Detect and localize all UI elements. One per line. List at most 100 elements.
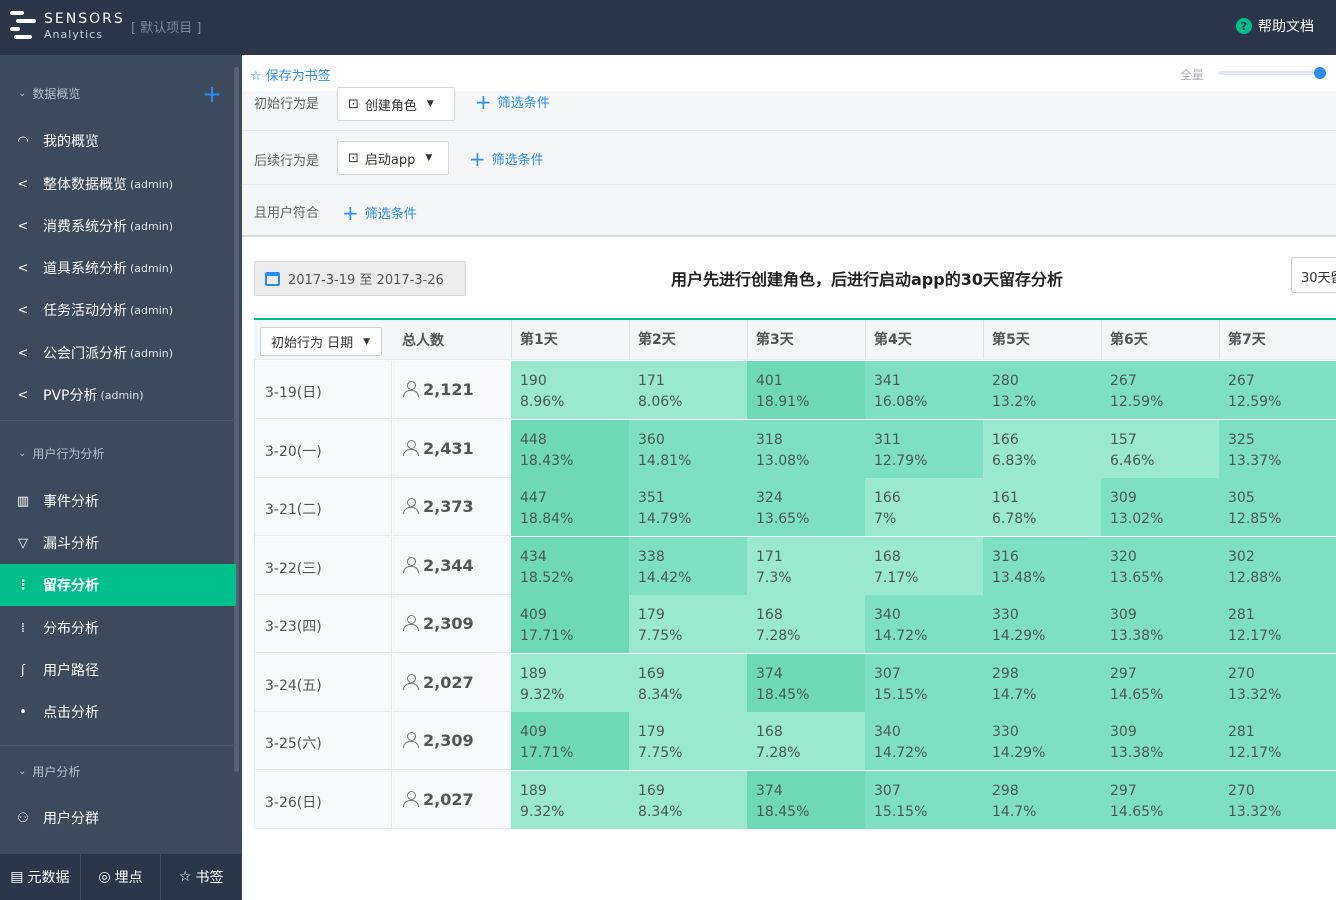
day-column-header[interactable]: 第7天 [1219,320,1336,360]
retention-cell[interactable]: 374 18.45% [747,770,865,829]
sidebar-item[interactable]: ▽ 漏斗分析 [0,522,236,564]
followup-event-select[interactable]: ⊡ 启动app ▼ [337,141,449,175]
retention-cell[interactable]: 281 12.17% [1219,712,1336,770]
sidebar-item[interactable]: ▥ 事件分析 [0,480,236,522]
retention-cell[interactable]: 340 14.72% [865,595,983,653]
retention-cell[interactable]: 179 7.75% [629,595,747,653]
retention-cell[interactable]: 307 15.15% [865,770,983,829]
retention-cell[interactable]: 168 7.28% [747,712,865,770]
retention-cell[interactable]: 298 14.7% [983,653,1101,712]
sidebar-item[interactable]: < 消费系统分析 (admin) [0,205,236,247]
retention-cell[interactable]: 302 12.88% [1219,536,1336,595]
retention-cell[interactable]: 179 7.75% [629,712,747,770]
day-column-header[interactable]: 第2天 [629,320,747,360]
row-total[interactable]: 2,121 [393,361,511,419]
add-filter-initial[interactable]: + 筛选条件 [475,92,550,112]
bookmarks-button[interactable]: ☆ 书签 [161,854,243,900]
retention-cell[interactable]: 168 7.17% [865,536,983,595]
initial-event-select[interactable]: ⊡ 创建角色 ▼ [337,87,455,121]
retention-cell[interactable]: 340 14.72% [865,712,983,770]
retention-cell[interactable]: 309 13.02% [1101,478,1219,536]
retention-cell[interactable]: 190 8.96% [511,361,629,419]
retention-cell[interactable]: 171 7.3% [747,536,865,595]
row-total[interactable]: 2,431 [393,419,511,478]
retention-cell[interactable]: 360 14.81% [629,419,747,478]
sidebar-item[interactable]: < PVP分析 (admin) [0,374,236,416]
retention-cell[interactable]: 168 7.28% [747,595,865,653]
add-filter-user[interactable]: + 筛选条件 [342,203,417,223]
retention-cell[interactable]: 270 13.32% [1219,653,1336,712]
retention-cell[interactable]: 267 12.59% [1219,361,1336,419]
retention-cell[interactable]: 270 13.32% [1219,770,1336,829]
sampling-slider[interactable] [1218,67,1326,79]
retention-cell[interactable]: 351 14.79% [629,478,747,536]
sidebar-item[interactable]: < 整体数据概览 (admin) [0,163,236,205]
retention-cell[interactable]: 338 14.42% [629,536,747,595]
project-name[interactable]: [ 默认项目 ] [131,17,201,36]
retention-cell[interactable]: 307 15.15% [865,653,983,712]
section-behavior-analysis[interactable]: ⌄ 用户行为分析 [18,445,104,462]
retention-cell[interactable]: 341 16.08% [865,361,983,419]
retention-cell[interactable]: 166 7% [865,478,983,536]
sidebar-item[interactable]: < 道具系统分析 (admin) [0,247,236,289]
retention-cell[interactable]: 330 14.29% [983,595,1101,653]
tracking-button[interactable]: ◎ 埋点 [81,854,162,900]
retention-cell[interactable]: 448 18.43% [511,419,629,478]
retention-cell[interactable]: 325 13.37% [1219,419,1336,478]
retention-cell[interactable]: 280 13.2% [983,361,1101,419]
retention-cell[interactable]: 298 14.7% [983,770,1101,829]
row-total[interactable]: 2,344 [393,536,511,595]
retention-days-select[interactable]: 30天留存 [1291,257,1336,293]
retention-cell[interactable]: 169 8.34% [629,770,747,829]
slider-handle[interactable] [1314,67,1326,79]
date-range-picker[interactable]: 2017-3-19 至 2017-3-26 [254,261,466,296]
sidebar-item[interactable]: ⋮ 留存分析 [0,564,236,606]
sidebar-item[interactable]: ⚇ 用户分群 [0,797,236,839]
retention-cell[interactable]: 309 13.38% [1101,712,1219,770]
add-filter-followup[interactable]: + 筛选条件 [469,149,544,169]
retention-cell[interactable]: 169 8.34% [629,653,747,712]
retention-cell[interactable]: 316 13.48% [983,536,1101,595]
retention-cell[interactable]: 305 12.85% [1219,478,1336,536]
day-column-header[interactable]: 第4天 [865,320,983,360]
day-column-header[interactable]: 第1天 [511,320,629,360]
row-total[interactable]: 2,027 [393,770,511,829]
sidebar-item[interactable]: < 公会门派分析 (admin) [0,332,236,374]
retention-cell[interactable]: 434 18.52% [511,536,629,595]
sidebar-item[interactable]: ◠ 我的概览 [0,120,236,162]
retention-cell[interactable]: 267 12.59% [1101,361,1219,419]
retention-cell[interactable]: 157 6.46% [1101,419,1219,478]
help-docs-link[interactable]: ? 帮助文档 [1236,16,1314,36]
row-total[interactable]: 2,309 [393,595,511,653]
retention-cell[interactable]: 311 12.79% [865,419,983,478]
retention-cell[interactable]: 161 6.78% [983,478,1101,536]
retention-cell[interactable]: 324 13.65% [747,478,865,536]
day-column-header[interactable]: 第6天 [1101,320,1219,360]
day-column-header[interactable]: 第5天 [983,320,1101,360]
retention-cell[interactable]: 189 9.32% [511,653,629,712]
retention-cell[interactable]: 281 12.17% [1219,595,1336,653]
row-total[interactable]: 2,373 [393,478,511,536]
retention-cell[interactable]: 409 17.71% [511,712,629,770]
retention-cell[interactable]: 166 6.83% [983,419,1101,478]
sidebar-item[interactable]: • 点击分析 [0,691,236,733]
retention-cell[interactable]: 374 18.45% [747,653,865,712]
retention-cell[interactable]: 320 13.65% [1101,536,1219,595]
metadata-button[interactable]: ▤ 元数据 [0,854,81,900]
section-user-analysis[interactable]: ⌄ 用户分析 [18,763,80,780]
retention-cell[interactable]: 330 14.29% [983,712,1101,770]
retention-cell[interactable]: 401 18.91% [747,361,865,419]
row-total[interactable]: 2,309 [393,712,511,770]
retention-cell[interactable]: 189 9.32% [511,770,629,829]
retention-cell[interactable]: 318 13.08% [747,419,865,478]
retention-cell[interactable]: 309 13.38% [1101,595,1219,653]
add-dashboard-button[interactable]: + [202,82,222,106]
sidebar-item[interactable]: ⁞ 分布分析 [0,607,236,649]
retention-cell[interactable]: 297 14.65% [1101,653,1219,712]
retention-cell[interactable]: 447 18.84% [511,478,629,536]
group-by-select[interactable]: 初始行为 日期 ▼ [260,327,382,356]
day-column-header[interactable]: 第3天 [747,320,865,360]
retention-cell[interactable]: 171 8.06% [629,361,747,419]
retention-cell[interactable]: 409 17.71% [511,595,629,653]
row-total[interactable]: 2,027 [393,653,511,712]
